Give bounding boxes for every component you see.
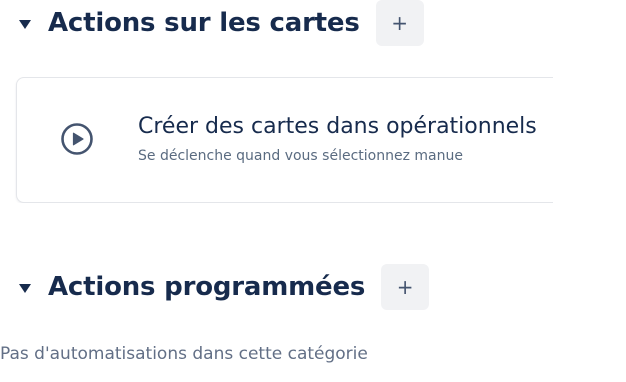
automation-page: Actions sur les cartes + Créer des carte… (0, 0, 626, 382)
add-scheduled-action-button[interactable]: + (381, 264, 430, 310)
section-header-card-actions: Actions sur les cartes + (0, 0, 424, 46)
add-card-action-button[interactable]: + (375, 0, 424, 46)
section-title: Actions sur les cartes (48, 8, 360, 38)
play-circle-icon[interactable] (60, 122, 94, 156)
automation-card[interactable]: Créer des cartes dans opérationnels Se d… (16, 77, 553, 203)
section-header-scheduled-actions: Actions programmées + (0, 264, 430, 310)
collapse-caret-icon[interactable] (19, 19, 31, 29)
empty-state-text: Pas d'automatisations dans cette catégor… (0, 344, 368, 364)
card-title: Créer des cartes dans opérationnels (138, 114, 537, 139)
card-viewport: Créer des cartes dans opérationnels Se d… (0, 77, 553, 203)
collapse-caret-icon[interactable] (19, 283, 31, 293)
section-title: Actions programmées (48, 272, 366, 302)
card-subtitle: Se déclenche quand vous sélectionnez man… (138, 148, 463, 164)
